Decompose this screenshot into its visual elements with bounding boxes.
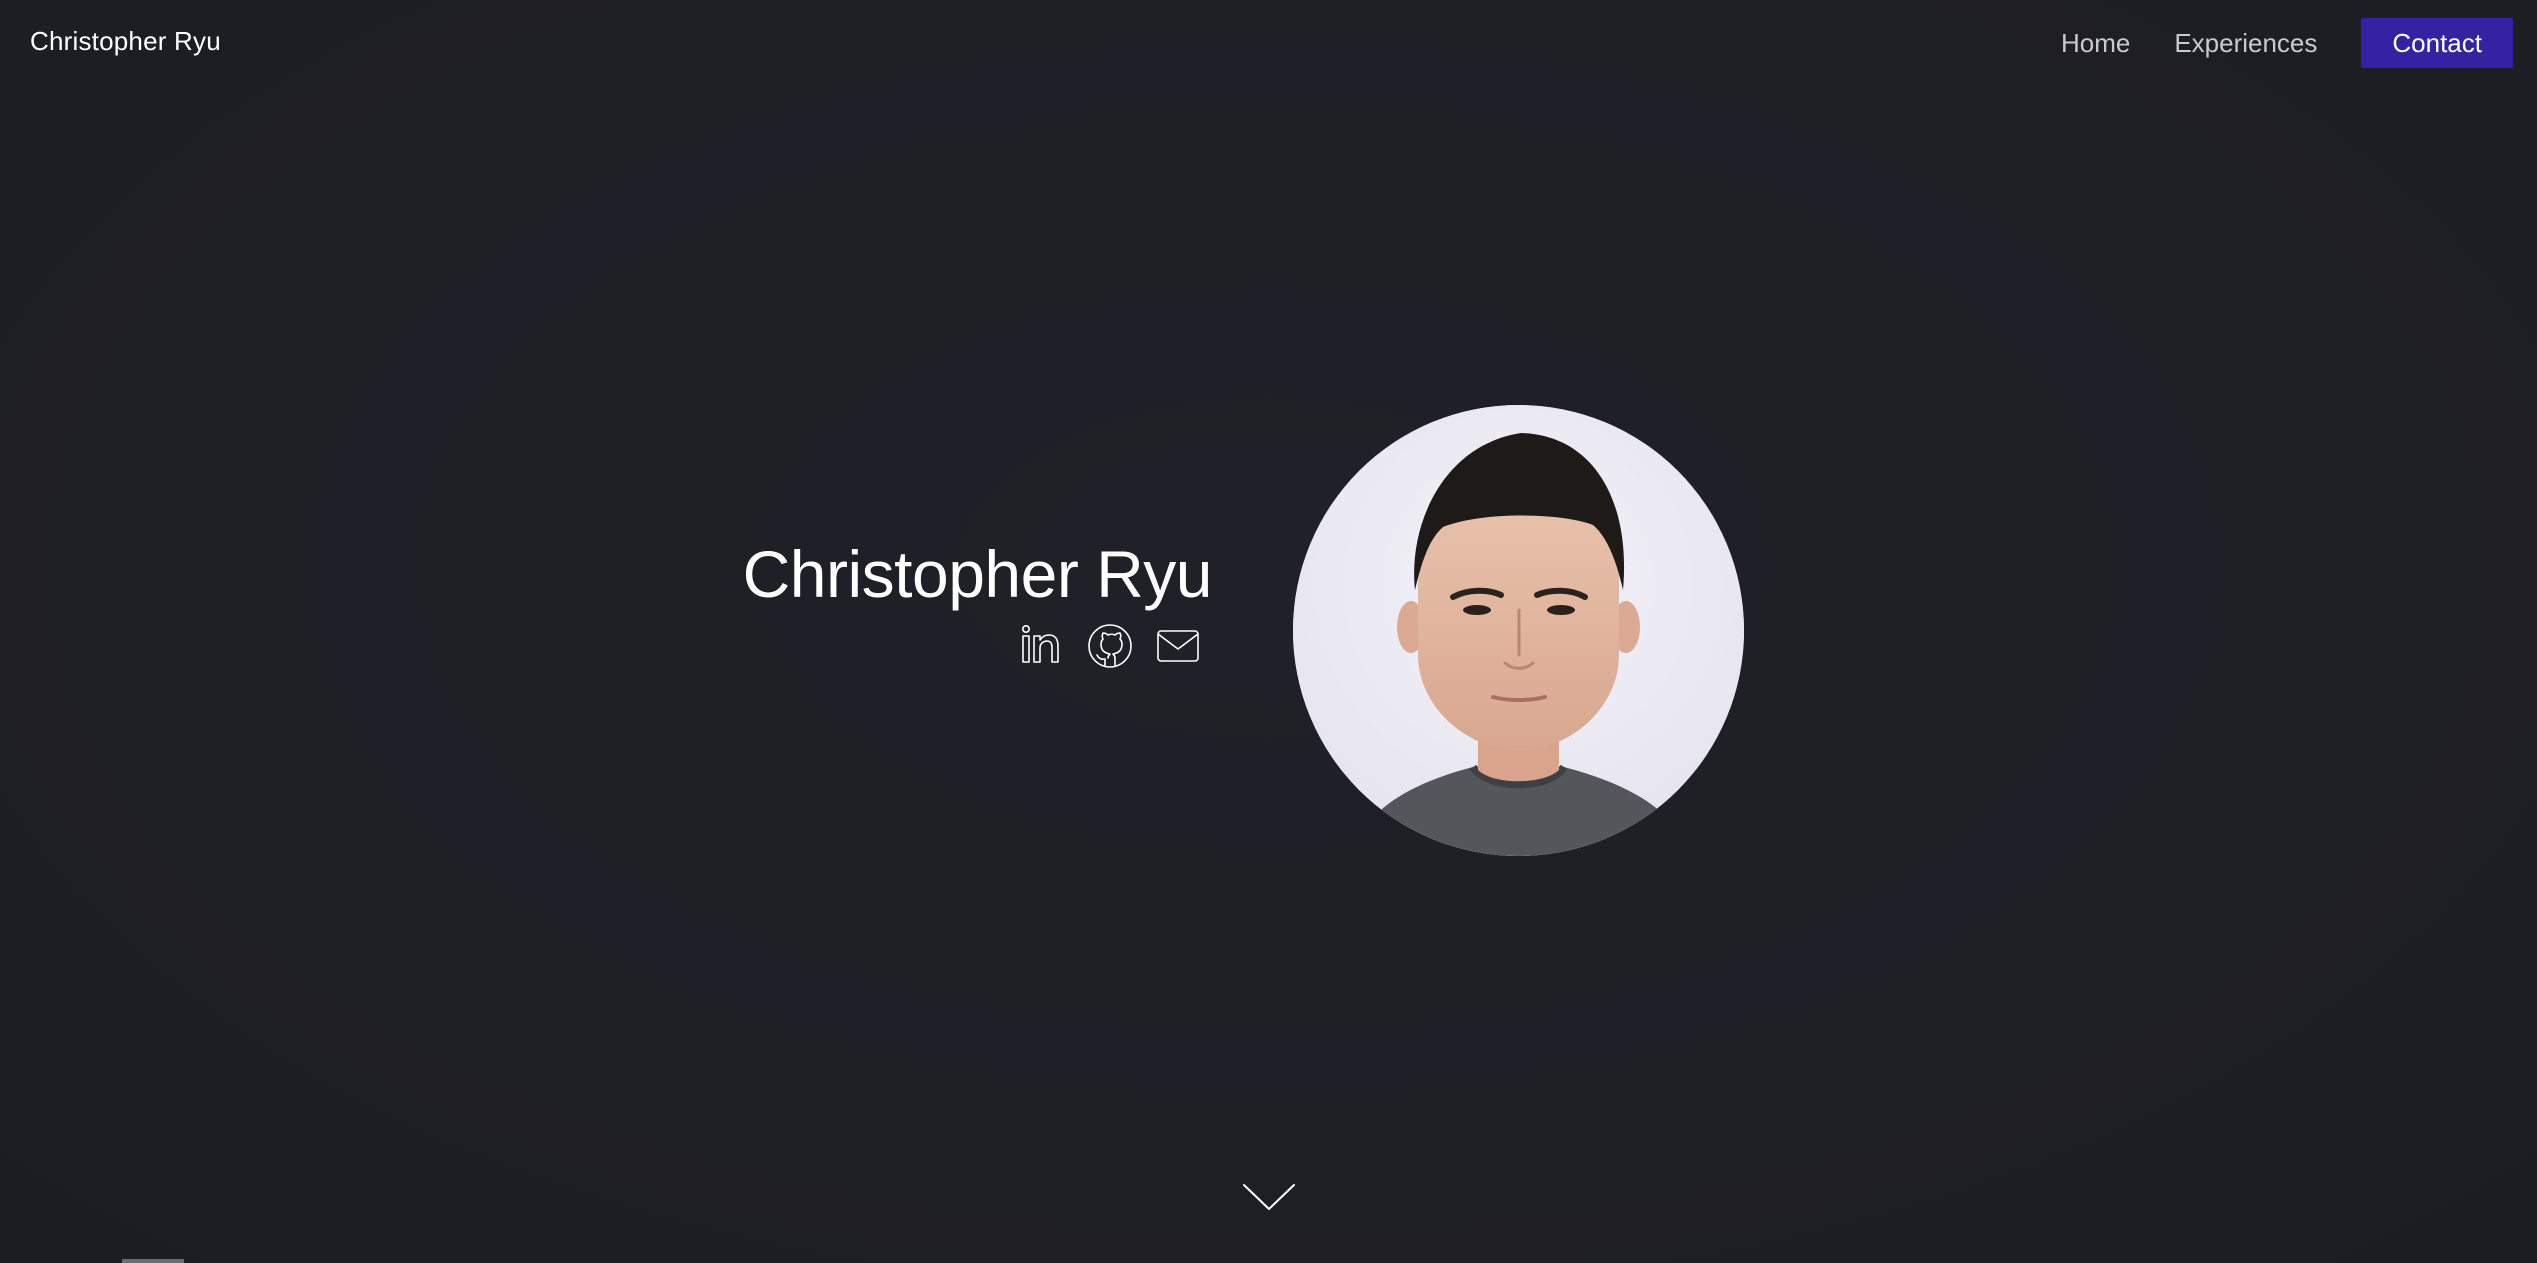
scroll-down-chevron-icon[interactable] xyxy=(1241,1180,1297,1214)
contact-button[interactable]: Contact xyxy=(2361,18,2513,68)
top-nav: Home Experiences Contact xyxy=(2061,18,2513,68)
nav-home-link[interactable]: Home xyxy=(2061,28,2130,59)
linkedin-icon[interactable] xyxy=(1018,622,1066,670)
nav-experiences-link[interactable]: Experiences xyxy=(2174,28,2317,59)
github-icon[interactable] xyxy=(1086,622,1134,670)
social-links xyxy=(1018,622,1202,670)
portrait-illustration xyxy=(1293,405,1744,856)
page: Christopher Ryu Home Experiences Contact… xyxy=(0,0,2537,1263)
site-brand[interactable]: Christopher Ryu xyxy=(30,26,221,57)
mail-icon[interactable] xyxy=(1154,622,1202,670)
profile-photo xyxy=(1293,405,1744,856)
scroll-indicator xyxy=(122,1259,184,1263)
hero-name: Christopher Ryu xyxy=(742,537,1213,611)
